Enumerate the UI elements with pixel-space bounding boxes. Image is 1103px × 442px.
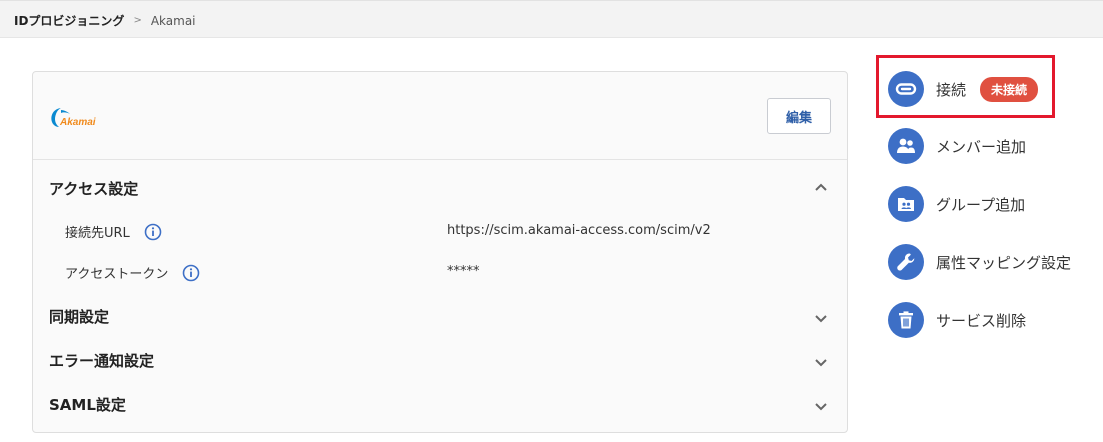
info-icon[interactable] [144,223,162,241]
status-badge: 未接続 [980,76,1039,102]
card-header: Akamai 編集 [33,72,847,160]
row-access-token: アクセストークン [65,263,200,282]
connect-label: 接続 [936,80,967,99]
section-access-settings[interactable]: アクセス設定 [49,178,138,199]
edit-button[interactable]: 編集 [767,98,831,134]
akamai-logo: Akamai [51,108,96,128]
add-member-action[interactable]: メンバー追加 [888,128,1026,164]
breadcrumb-id-provisioning[interactable]: IDプロビジョニング [14,12,124,29]
wrench-icon [888,244,924,280]
row-access-token-label: アクセストークン [65,267,169,282]
chevron-down-icon[interactable] [814,355,828,369]
service-card: Akamai 編集 アクセス設定 接続先URL https://scim.aka… [32,71,848,433]
top-bar: IDプロビジョニング > Akamai [0,0,1103,38]
group-icon [888,128,924,164]
breadcrumb-current: Akamai [150,13,196,28]
breadcrumb-separator: > [133,15,142,26]
info-icon[interactable] [182,264,200,282]
link-icon [888,71,924,107]
chevron-down-icon[interactable] [814,311,828,325]
add-group-label: グループ追加 [936,195,1026,214]
delete-service-action[interactable]: サービス削除 [888,302,1026,338]
row-endpoint-url: 接続先URL [65,222,162,241]
akamai-logo-text: Akamai [59,117,96,128]
attribute-mapping-action[interactable]: 属性マッピング設定 [888,244,1071,280]
add-member-label: メンバー追加 [936,137,1027,156]
add-group-action[interactable]: グループ追加 [888,186,1025,222]
section-sync-settings[interactable]: 同期設定 [49,306,109,327]
delete-service-label: サービス削除 [936,311,1027,330]
section-error-notification[interactable]: エラー通知設定 [49,350,154,371]
breadcrumb: IDプロビジョニング > Akamai [14,12,196,29]
section-saml-settings[interactable]: SAML設定 [49,394,126,415]
attribute-mapping-label: 属性マッピング設定 [936,253,1072,272]
connect-action[interactable]: 接続 未接続 [888,71,1039,107]
chevron-up-icon[interactable] [814,180,828,194]
row-endpoint-url-value: https://scim.akamai-access.com/scim/v2 [447,223,711,238]
folder-group-icon [888,186,924,222]
chevron-down-icon[interactable] [814,399,828,413]
row-access-token-value: ***** [447,264,480,279]
row-endpoint-url-label: 接続先URL [65,226,130,241]
trash-icon [888,302,924,338]
